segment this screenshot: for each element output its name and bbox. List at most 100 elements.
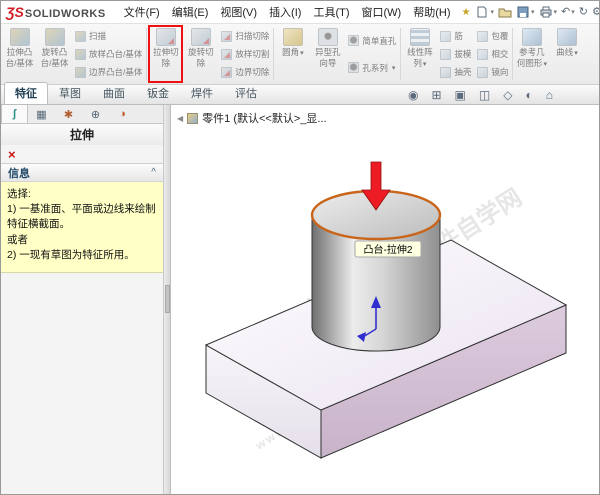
hole-stack: 简单直孔 孔系列 ▾ bbox=[345, 25, 399, 83]
extruded-cut-icon bbox=[155, 28, 176, 46]
hole-wizard-button[interactable]: 异型孔 向导 bbox=[310, 25, 345, 83]
message-line: 选择: bbox=[7, 188, 31, 200]
propertymanager-title: 拉伸 bbox=[1, 124, 163, 145]
boundary-cut-icon bbox=[221, 66, 233, 78]
revolved-boss-icon bbox=[44, 28, 65, 46]
tab-sketch[interactable]: 草图 bbox=[48, 82, 92, 104]
message-line: 或者 bbox=[7, 233, 28, 246]
feature-tree-root[interactable]: 零件1 (默认<<默认>_显... bbox=[202, 110, 326, 126]
rib-icon bbox=[440, 30, 452, 42]
print-button[interactable]: ▾ bbox=[539, 6, 557, 18]
zoom-to-fit-icon[interactable]: ◉ bbox=[408, 88, 418, 102]
solidworks-logo-mark: ƷS bbox=[6, 4, 24, 20]
display-style-icon[interactable]: ◇ bbox=[503, 88, 512, 102]
extruded-cut-button[interactable]: 拉伸切 除 bbox=[148, 25, 184, 83]
dimxpertmanager-tab[interactable]: ⊕ bbox=[82, 105, 109, 123]
new-document-button[interactable]: ▾ bbox=[475, 6, 494, 18]
collapse-tree-icon[interactable]: ◀ bbox=[177, 114, 183, 123]
shell-button[interactable]: 抽壳 bbox=[440, 66, 471, 78]
message-group-header[interactable]: 信息 ^ bbox=[1, 164, 163, 182]
ribbon-separator bbox=[512, 28, 514, 80]
options-button[interactable]: ⚙▾ bbox=[592, 6, 599, 18]
ribbon-separator bbox=[400, 28, 402, 80]
tab-weldments[interactable]: 焊件 bbox=[180, 82, 224, 104]
zoom-to-area-icon[interactable]: ⊞ bbox=[431, 88, 441, 102]
new-document-icon bbox=[477, 6, 487, 18]
message-group-label: 信息 bbox=[8, 167, 30, 180]
menu-edit[interactable]: 编辑(E) bbox=[166, 2, 215, 22]
fillet-button[interactable]: 圆角▾ bbox=[275, 25, 310, 83]
menu-help[interactable]: 帮助(H) bbox=[407, 2, 456, 22]
feature-tooltip: 凸台-拉伸2 bbox=[354, 240, 422, 258]
curves-icon bbox=[556, 28, 577, 46]
draft-button[interactable]: 拔模 bbox=[440, 48, 471, 60]
intersect-button[interactable]: 相交 bbox=[477, 48, 508, 60]
tab-features[interactable]: 特征 bbox=[4, 82, 48, 104]
swept-cut-button[interactable]: 扫描切除 bbox=[221, 30, 269, 42]
extruded-boss-icon bbox=[9, 28, 30, 46]
rib-button[interactable]: 筋 bbox=[440, 30, 471, 42]
cut-stack: 扫描切除 放样切割 边界切除 bbox=[218, 25, 272, 83]
wrap-intersect-mirror-stack: 包覆 相交 镜向 bbox=[474, 25, 511, 83]
open-document-button[interactable] bbox=[498, 6, 512, 18]
tab-evaluate[interactable]: 评估 bbox=[224, 82, 268, 104]
cancel-icon[interactable]: × bbox=[8, 148, 16, 161]
configurationmanager-tab[interactable]: ✱ bbox=[55, 105, 82, 123]
curves-button[interactable]: 曲线▾ bbox=[549, 25, 584, 83]
extruded-boss-base-button[interactable]: 拉伸凸 台/基体 bbox=[2, 25, 37, 83]
tab-sheet-metal[interactable]: 钣金 bbox=[136, 82, 180, 104]
mirror-button[interactable]: 镜向 bbox=[477, 66, 508, 78]
lofted-cut-button[interactable]: 放样切割 bbox=[221, 48, 269, 60]
revolved-boss-base-button[interactable]: 旋转凸 台/基体 bbox=[37, 25, 72, 83]
view-orientation-icon[interactable]: ◫ bbox=[479, 88, 490, 102]
gear-icon: ⚙ bbox=[592, 6, 599, 18]
menu-tools[interactable]: 工具(T) bbox=[307, 2, 355, 22]
save-button[interactable]: ▾ bbox=[516, 6, 535, 18]
section-view-icon[interactable]: ▣ bbox=[455, 88, 466, 102]
manager-tab-strip: ʃ ▦ ✱ ⊕ ◑ bbox=[1, 105, 163, 124]
hole-series-button[interactable]: 孔系列 ▾ bbox=[348, 62, 396, 74]
reference-geometry-button[interactable]: 参考几 何图形▾ bbox=[514, 25, 549, 83]
hole-wizard-icon bbox=[317, 28, 338, 46]
panel-splitter[interactable] bbox=[164, 105, 171, 494]
hide-show-items-icon[interactable]: ◐ bbox=[525, 88, 532, 102]
graphics-viewport[interactable]: ◀ 零件1 (默认<<默认>_显... 软件自学网 凸台-拉伸2 bbox=[171, 105, 599, 495]
revolved-cut-button[interactable]: 旋转切 除 bbox=[183, 25, 218, 83]
simple-hole-button[interactable]: 简单直孔 bbox=[348, 35, 396, 47]
menu-file[interactable]: 文件(F) bbox=[118, 2, 166, 22]
panel-filler bbox=[1, 273, 163, 494]
undo-button[interactable]: ↶ ▾ bbox=[561, 6, 575, 18]
reference-geometry-icon bbox=[521, 28, 542, 46]
swept-cut-icon bbox=[221, 30, 233, 42]
property-manager-panel: ʃ ▦ ✱ ⊕ ◑ 拉伸 × 信息 ^ 选择: 1) 一基准面、平面或边线来绘制… bbox=[1, 105, 164, 494]
menu-view[interactable]: 视图(V) bbox=[214, 2, 263, 22]
command-manager-ribbon: 拉伸凸 台/基体 旋转凸 台/基体 扫描 放样凸台/基体 边界凸台/基体 拉伸切… bbox=[1, 23, 599, 85]
tab-surfaces[interactable]: 曲面 bbox=[92, 82, 136, 104]
open-folder-icon bbox=[498, 8, 512, 18]
boundary-boss-button[interactable]: 边界凸台/基体 bbox=[75, 66, 142, 78]
simple-hole-icon bbox=[348, 35, 360, 46]
propertymanager-tab[interactable]: ▦ bbox=[28, 105, 55, 123]
heads-up-view-toolbar: ◉ ⊞ ▣ ◫ ◇ ◐ ⌂ bbox=[408, 88, 553, 104]
displaymanager-tab[interactable]: ◑ bbox=[109, 105, 136, 123]
lofted-boss-icon bbox=[75, 48, 86, 60]
wrap-button[interactable]: 包覆 bbox=[477, 30, 508, 42]
menu-window[interactable]: 窗口(W) bbox=[356, 2, 408, 22]
model-canvas[interactable]: 软件自学网 www.rjzxw.com 软件自学网 www.rjzxw.com bbox=[171, 105, 599, 495]
rebuild-button[interactable]: ↻ bbox=[579, 6, 588, 18]
swept-boss-button[interactable]: 扫描 bbox=[75, 30, 142, 42]
wrap-icon bbox=[477, 30, 489, 42]
solidworks-window: ƷS SOLIDWORKS 文件(F) 编辑(E) 视图(V) 插入(I) 工具… bbox=[0, 0, 600, 495]
featuremanager-tab[interactable]: ʃ bbox=[1, 105, 28, 123]
flyout-feature-tree: ◀ 零件1 (默认<<默认>_显... bbox=[177, 110, 327, 126]
command-manager-tabs: 特征 草图 曲面 钣金 焊件 评估 ◉ ⊞ ▣ ◫ ◇ ◐ ⌂ bbox=[1, 82, 599, 105]
menu-insert[interactable]: 插入(I) bbox=[263, 2, 307, 22]
menu-bar: 文件(F) 编辑(E) 视图(V) 插入(I) 工具(T) 窗口(W) 帮助(H… bbox=[118, 2, 457, 22]
scene-icon[interactable]: ⌂ bbox=[546, 88, 553, 102]
mirror-icon bbox=[477, 66, 489, 78]
boundary-cut-button[interactable]: 边界切除 bbox=[221, 66, 269, 78]
linear-pattern-button[interactable]: 线性阵 列▾ bbox=[402, 25, 437, 83]
solidworks-logo: ƷS SOLIDWORKS bbox=[6, 4, 106, 20]
lofted-boss-button[interactable]: 放样凸台/基体 bbox=[75, 48, 142, 60]
menu-pin-icon[interactable]: ★ bbox=[462, 7, 471, 18]
